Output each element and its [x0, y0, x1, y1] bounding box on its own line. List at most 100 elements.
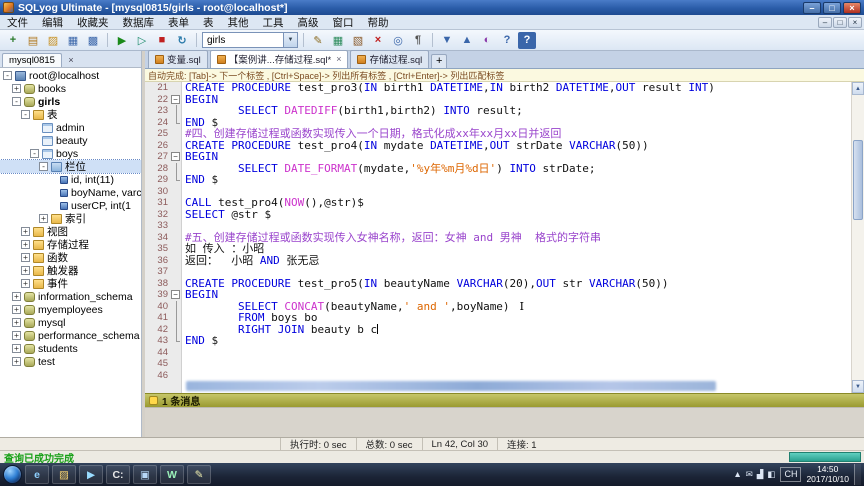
expand-icon[interactable]: +: [21, 227, 30, 236]
code-line[interactable]: 46: [145, 369, 851, 381]
expand-icon[interactable]: +: [12, 331, 21, 340]
help-icon[interactable]: ?: [518, 31, 536, 49]
menu-item-4[interactable]: 表单: [161, 15, 196, 29]
minimize-icon[interactable]: –: [803, 1, 821, 14]
code-line[interactable]: 36 返回： 小昭 AND 张无忌: [145, 254, 851, 266]
insert-update-icon[interactable]: ✎: [309, 32, 327, 49]
collapse-icon[interactable]: -: [21, 110, 30, 119]
tree-item[interactable]: + 触发器: [0, 264, 141, 277]
scheduler-icon[interactable]: ◐: [478, 32, 496, 49]
refresh-icon[interactable]: ↻: [173, 32, 191, 49]
expand-icon[interactable]: +: [12, 344, 21, 353]
expand-icon[interactable]: +: [21, 266, 30, 275]
taskbar-wps-icon[interactable]: W: [160, 465, 184, 484]
close-tab-icon[interactable]: ×: [336, 54, 341, 64]
menu-item-8[interactable]: 高级: [291, 15, 326, 29]
find-icon[interactable]: ◎: [389, 32, 407, 49]
editor-scrollbar[interactable]: ▲ ▼: [851, 82, 864, 393]
scroll-down-icon[interactable]: ▼: [852, 380, 864, 393]
menu-item-3[interactable]: 数据库: [116, 15, 162, 29]
tree-item[interactable]: +id, int(11): [0, 173, 141, 186]
expand-icon[interactable]: +: [12, 357, 21, 366]
menu-item-0[interactable]: 文件: [0, 15, 35, 29]
tray-network-icon[interactable]: ▟: [757, 469, 764, 480]
menu-item-10[interactable]: 帮助: [361, 15, 396, 29]
open-file-icon[interactable]: ▨: [44, 32, 62, 49]
expand-icon[interactable]: +: [12, 84, 21, 93]
expand-icon[interactable]: +: [21, 279, 30, 288]
code-line[interactable]: 26 CREATE PROCEDURE test_pro4(IN mydate D…: [145, 139, 851, 151]
tree-item[interactable]: + test: [0, 355, 141, 368]
taskbar-ie-icon[interactable]: e: [25, 465, 49, 484]
tree-item[interactable]: + 事件: [0, 277, 141, 290]
tree-item[interactable]: - root@localhost: [0, 69, 141, 82]
code-line[interactable]: 43 END $: [145, 335, 851, 347]
info-icon[interactable]: ?: [498, 32, 516, 49]
tree-item[interactable]: +boyName, varch: [0, 186, 141, 199]
scrollbar-track[interactable]: [852, 220, 864, 380]
menu-item-2[interactable]: 收藏夹: [70, 15, 116, 29]
tray-message-icon[interactable]: ✉: [746, 469, 753, 480]
show-desktop-button[interactable]: [854, 464, 861, 485]
expand-icon[interactable]: +: [21, 240, 30, 249]
code-line[interactable]: 32 SELECT @str $: [145, 208, 851, 220]
execute-query-icon[interactable]: ▶: [113, 32, 131, 49]
code-line[interactable]: 28 SELECT DATE_FORMAT(mydate,'%y年%m月%d日'…: [145, 162, 851, 174]
code-line[interactable]: 44: [145, 346, 851, 358]
tree-item[interactable]: - 栏位: [0, 159, 141, 174]
language-indicator[interactable]: CH: [780, 467, 802, 482]
delete-icon[interactable]: ×: [369, 32, 387, 49]
maximize-icon[interactable]: □: [823, 1, 841, 14]
expand-icon[interactable]: +: [12, 292, 21, 301]
menu-item-7[interactable]: 工具: [256, 15, 291, 29]
scroll-up-icon[interactable]: ▲: [852, 82, 864, 95]
import-icon[interactable]: ▲: [458, 32, 476, 49]
export-icon[interactable]: ▼: [438, 32, 456, 49]
editor-tab-2[interactable]: 存储过程.sql: [350, 50, 430, 68]
chevron-down-icon[interactable]: ▼: [283, 33, 297, 47]
editor-tab-1[interactable]: 【案例讲...存储过程.sql* ×: [209, 50, 349, 68]
taskbar-explorer-icon[interactable]: ▨: [52, 465, 76, 484]
menu-item-6[interactable]: 其他: [221, 15, 256, 29]
code-line[interactable]: 29 END $: [145, 174, 851, 186]
tray-show-hidden-icon[interactable]: ▲: [733, 469, 741, 480]
collapse-icon[interactable]: -: [3, 71, 12, 80]
explain-query-icon[interactable]: ▷: [133, 32, 151, 49]
messages-header[interactable]: 1 条消息: [145, 393, 864, 408]
format-query-icon[interactable]: ¶: [409, 32, 427, 49]
mdi-restore-icon[interactable]: □: [833, 16, 847, 28]
expand-icon[interactable]: +: [12, 318, 21, 327]
editor-tab-0[interactable]: 变量.sql: [148, 50, 208, 68]
expand-icon[interactable]: +: [21, 253, 30, 262]
fold-collapse-icon[interactable]: −: [171, 93, 182, 105]
menu-item-1[interactable]: 编辑: [35, 15, 70, 29]
tree-item[interactable]: + myemployees: [0, 303, 141, 316]
taskbar-media-player-icon[interactable]: ▶: [79, 465, 103, 484]
connection-tab-close-icon[interactable]: ×: [65, 55, 77, 67]
menu-item-5[interactable]: 表: [196, 15, 221, 29]
tree-item[interactable]: - girls: [0, 95, 141, 108]
tree-item[interactable]: + performance_schema: [0, 329, 141, 342]
mdi-close-icon[interactable]: ×: [848, 16, 862, 28]
code-line[interactable]: 38 CREATE PROCEDURE test_pro5(IN beautyNa…: [145, 277, 851, 289]
taskbar-editor-icon[interactable]: ▣: [133, 465, 157, 484]
taskbar-clock[interactable]: 14:50 2017/10/10: [806, 464, 849, 485]
database-selector[interactable]: girls ▼: [202, 32, 298, 48]
alter-table-icon[interactable]: ▧: [349, 32, 367, 49]
taskbar-cmd-icon[interactable]: C:: [106, 465, 130, 484]
new-tab-button[interactable]: +: [431, 54, 448, 68]
save-all-icon[interactable]: ▩: [84, 32, 102, 49]
fold-collapse-icon[interactable]: −: [171, 151, 182, 163]
tree-item[interactable]: + 存储过程: [0, 238, 141, 251]
new-connection-icon[interactable]: +: [4, 32, 22, 49]
fold-collapse-icon[interactable]: −: [171, 289, 182, 301]
tree-item[interactable]: +beauty: [0, 134, 141, 147]
connection-tab[interactable]: mysql0815: [2, 53, 62, 67]
code-line[interactable]: 42 RIGHT JOIN beauty b c: [145, 323, 851, 335]
expand-icon[interactable]: +: [12, 305, 21, 314]
collapse-icon[interactable]: -: [30, 149, 39, 158]
code-line[interactable]: 21 CREATE PROCEDURE test_pro3(IN birth1 D…: [145, 82, 851, 94]
collapse-icon[interactable]: -: [12, 97, 21, 106]
taskbar-notepad-icon[interactable]: ✎: [187, 465, 211, 484]
stop-query-icon[interactable]: ■: [153, 32, 171, 49]
